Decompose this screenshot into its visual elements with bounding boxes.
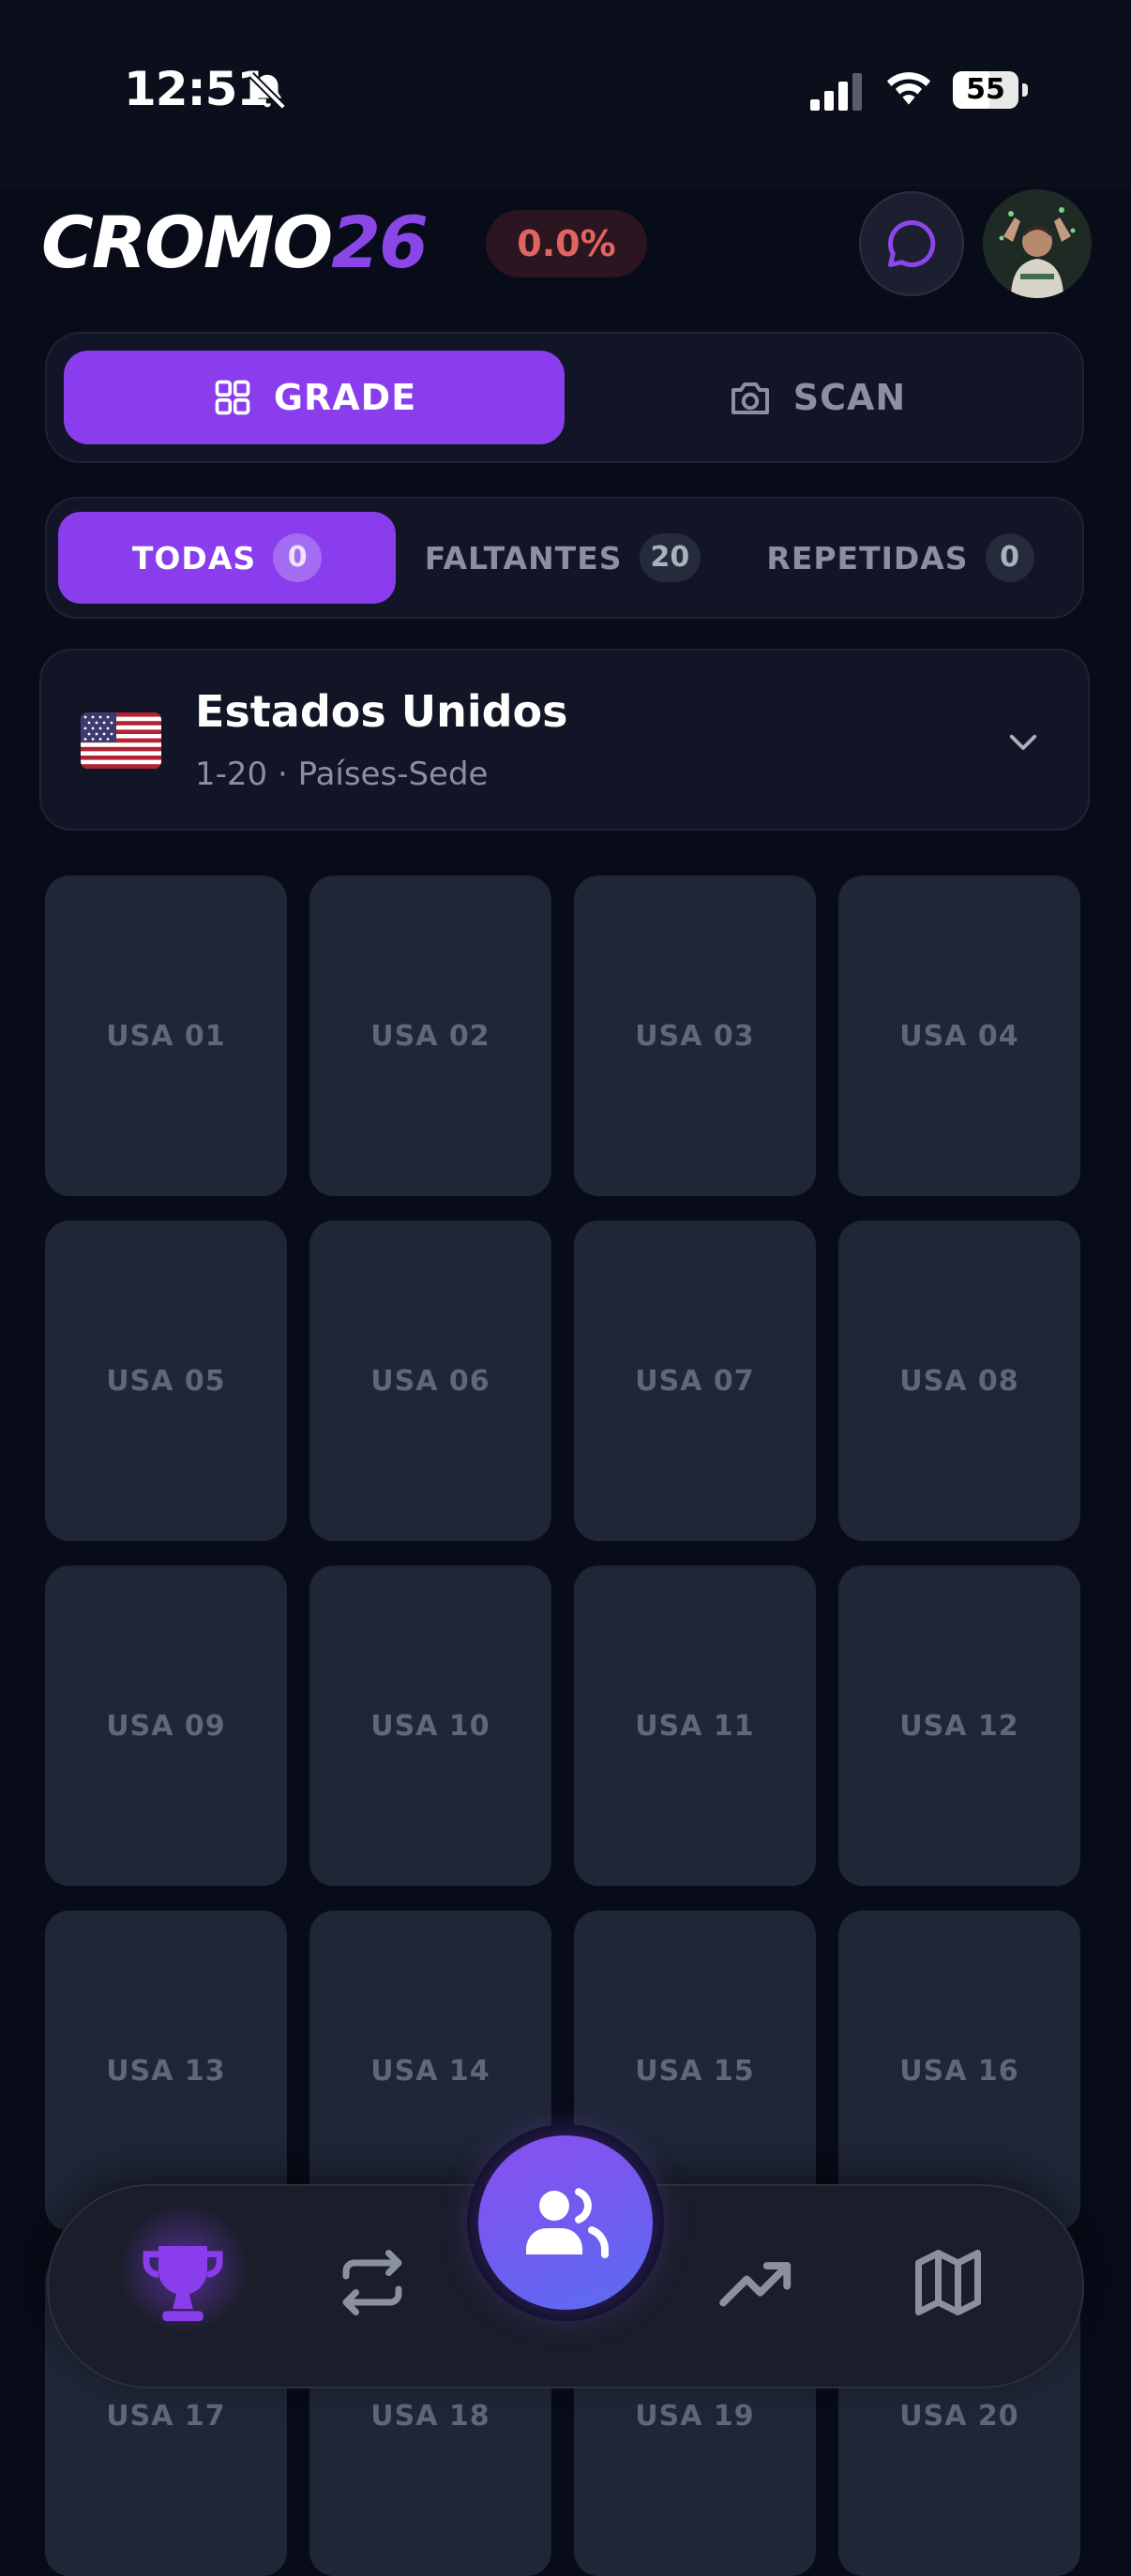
sticker-card[interactable]: USA 09 (45, 1565, 287, 1886)
swap-icon (342, 2250, 402, 2315)
sticker-card[interactable]: USA 02 (309, 876, 551, 1196)
map-icon (915, 2250, 981, 2315)
chat-button[interactable] (859, 191, 964, 296)
sticker-card[interactable]: USA 12 (838, 1565, 1080, 1886)
sticker-label: USA 11 (635, 1709, 755, 1743)
filter-label: FALTANTES (424, 539, 623, 577)
sticker-card[interactable]: USA 01 (45, 876, 287, 1196)
sticker-label: USA 18 (370, 2399, 490, 2433)
cellular-signal-icon (810, 73, 862, 111)
bell-muted-icon (249, 72, 286, 110)
trophy-icon (143, 2246, 223, 2322)
sticker-label: USA 17 (106, 2399, 226, 2433)
chat-bubble-icon (888, 219, 936, 267)
sticker-card[interactable]: USA 07 (574, 1221, 816, 1541)
scan-mode-label: SCAN (792, 377, 907, 418)
sticker-card[interactable]: USA 03 (574, 876, 816, 1196)
filter-count: 0 (273, 533, 323, 582)
sticker-label: USA 03 (635, 1019, 755, 1053)
country-subtitle: 1-20 · Países-Sede (195, 756, 489, 793)
grade-mode-button[interactable]: GRADE (64, 351, 565, 444)
nav-map-button[interactable] (897, 2231, 1000, 2334)
sticker-card[interactable]: USA 06 (309, 1221, 551, 1541)
users-icon (526, 2188, 609, 2258)
battery-indicator: 55 (953, 71, 1030, 109)
app-logo: CROMO26 (41, 201, 429, 285)
sticker-label: USA 09 (106, 1709, 226, 1743)
sticker-card[interactable]: USA 08 (838, 1221, 1080, 1541)
filter-tab-repetidas[interactable]: REPETIDAS 0 (741, 512, 1060, 604)
wifi-icon (886, 72, 931, 105)
sticker-label: USA 02 (370, 1019, 490, 1053)
sticker-label: USA 19 (635, 2399, 755, 2433)
sticker-label: USA 13 (106, 2054, 226, 2088)
filter-tab-faltantes[interactable]: FALTANTES 20 (403, 512, 722, 604)
sticker-label: USA 06 (370, 1364, 490, 1398)
sticker-label: USA 01 (106, 1019, 226, 1053)
grid-icon (215, 380, 250, 415)
sticker-label: USA 07 (635, 1364, 755, 1398)
nav-album-button[interactable] (131, 2231, 234, 2334)
usa-flag-icon (81, 712, 161, 769)
sticker-label: USA 08 (899, 1364, 1019, 1398)
avatar-photo (983, 189, 1092, 298)
nav-community-button[interactable] (478, 2135, 653, 2310)
user-avatar[interactable] (983, 189, 1092, 298)
camera-icon (731, 382, 769, 414)
chevron-down-icon (1009, 734, 1037, 750)
progress-badge: 0.0% (486, 210, 647, 277)
sticker-card[interactable]: USA 11 (574, 1565, 816, 1886)
country-name: Estados Unidos (195, 686, 568, 737)
sticker-label: USA 15 (635, 2054, 755, 2088)
sticker-label: USA 04 (899, 1019, 1019, 1053)
scan-mode-button[interactable]: SCAN (566, 351, 1067, 444)
filter-tab-todas[interactable]: TODAS 0 (58, 512, 396, 604)
battery-level: 55 (966, 73, 1005, 106)
sticker-label: USA 14 (370, 2054, 490, 2088)
filter-count: 20 (639, 533, 701, 582)
sticker-card[interactable]: USA 10 (309, 1565, 551, 1886)
sticker-card[interactable]: USA 16 (838, 1910, 1080, 2231)
sticker-label: USA 05 (106, 1364, 226, 1398)
country-selector[interactable] (39, 649, 1090, 831)
sticker-card[interactable]: USA 13 (45, 1910, 287, 2231)
logo-text: CROMO (41, 201, 333, 284)
nav-trade-button[interactable] (321, 2231, 424, 2334)
sticker-card[interactable]: USA 05 (45, 1221, 287, 1541)
sticker-label: USA 12 (899, 1709, 1019, 1743)
grade-mode-label: GRADE (273, 377, 417, 418)
filter-label: REPETIDAS (766, 539, 969, 577)
nav-stats-button[interactable] (705, 2231, 808, 2334)
logo-number: 26 (331, 201, 429, 284)
trending-up-icon (719, 2262, 792, 2307)
sticker-label: USA 16 (899, 2054, 1019, 2088)
sticker-label: USA 20 (899, 2399, 1019, 2433)
filter-count: 0 (985, 533, 1034, 582)
sticker-card[interactable]: USA 04 (838, 876, 1080, 1196)
filter-label: TODAS (131, 539, 257, 577)
sticker-label: USA 10 (370, 1709, 490, 1743)
